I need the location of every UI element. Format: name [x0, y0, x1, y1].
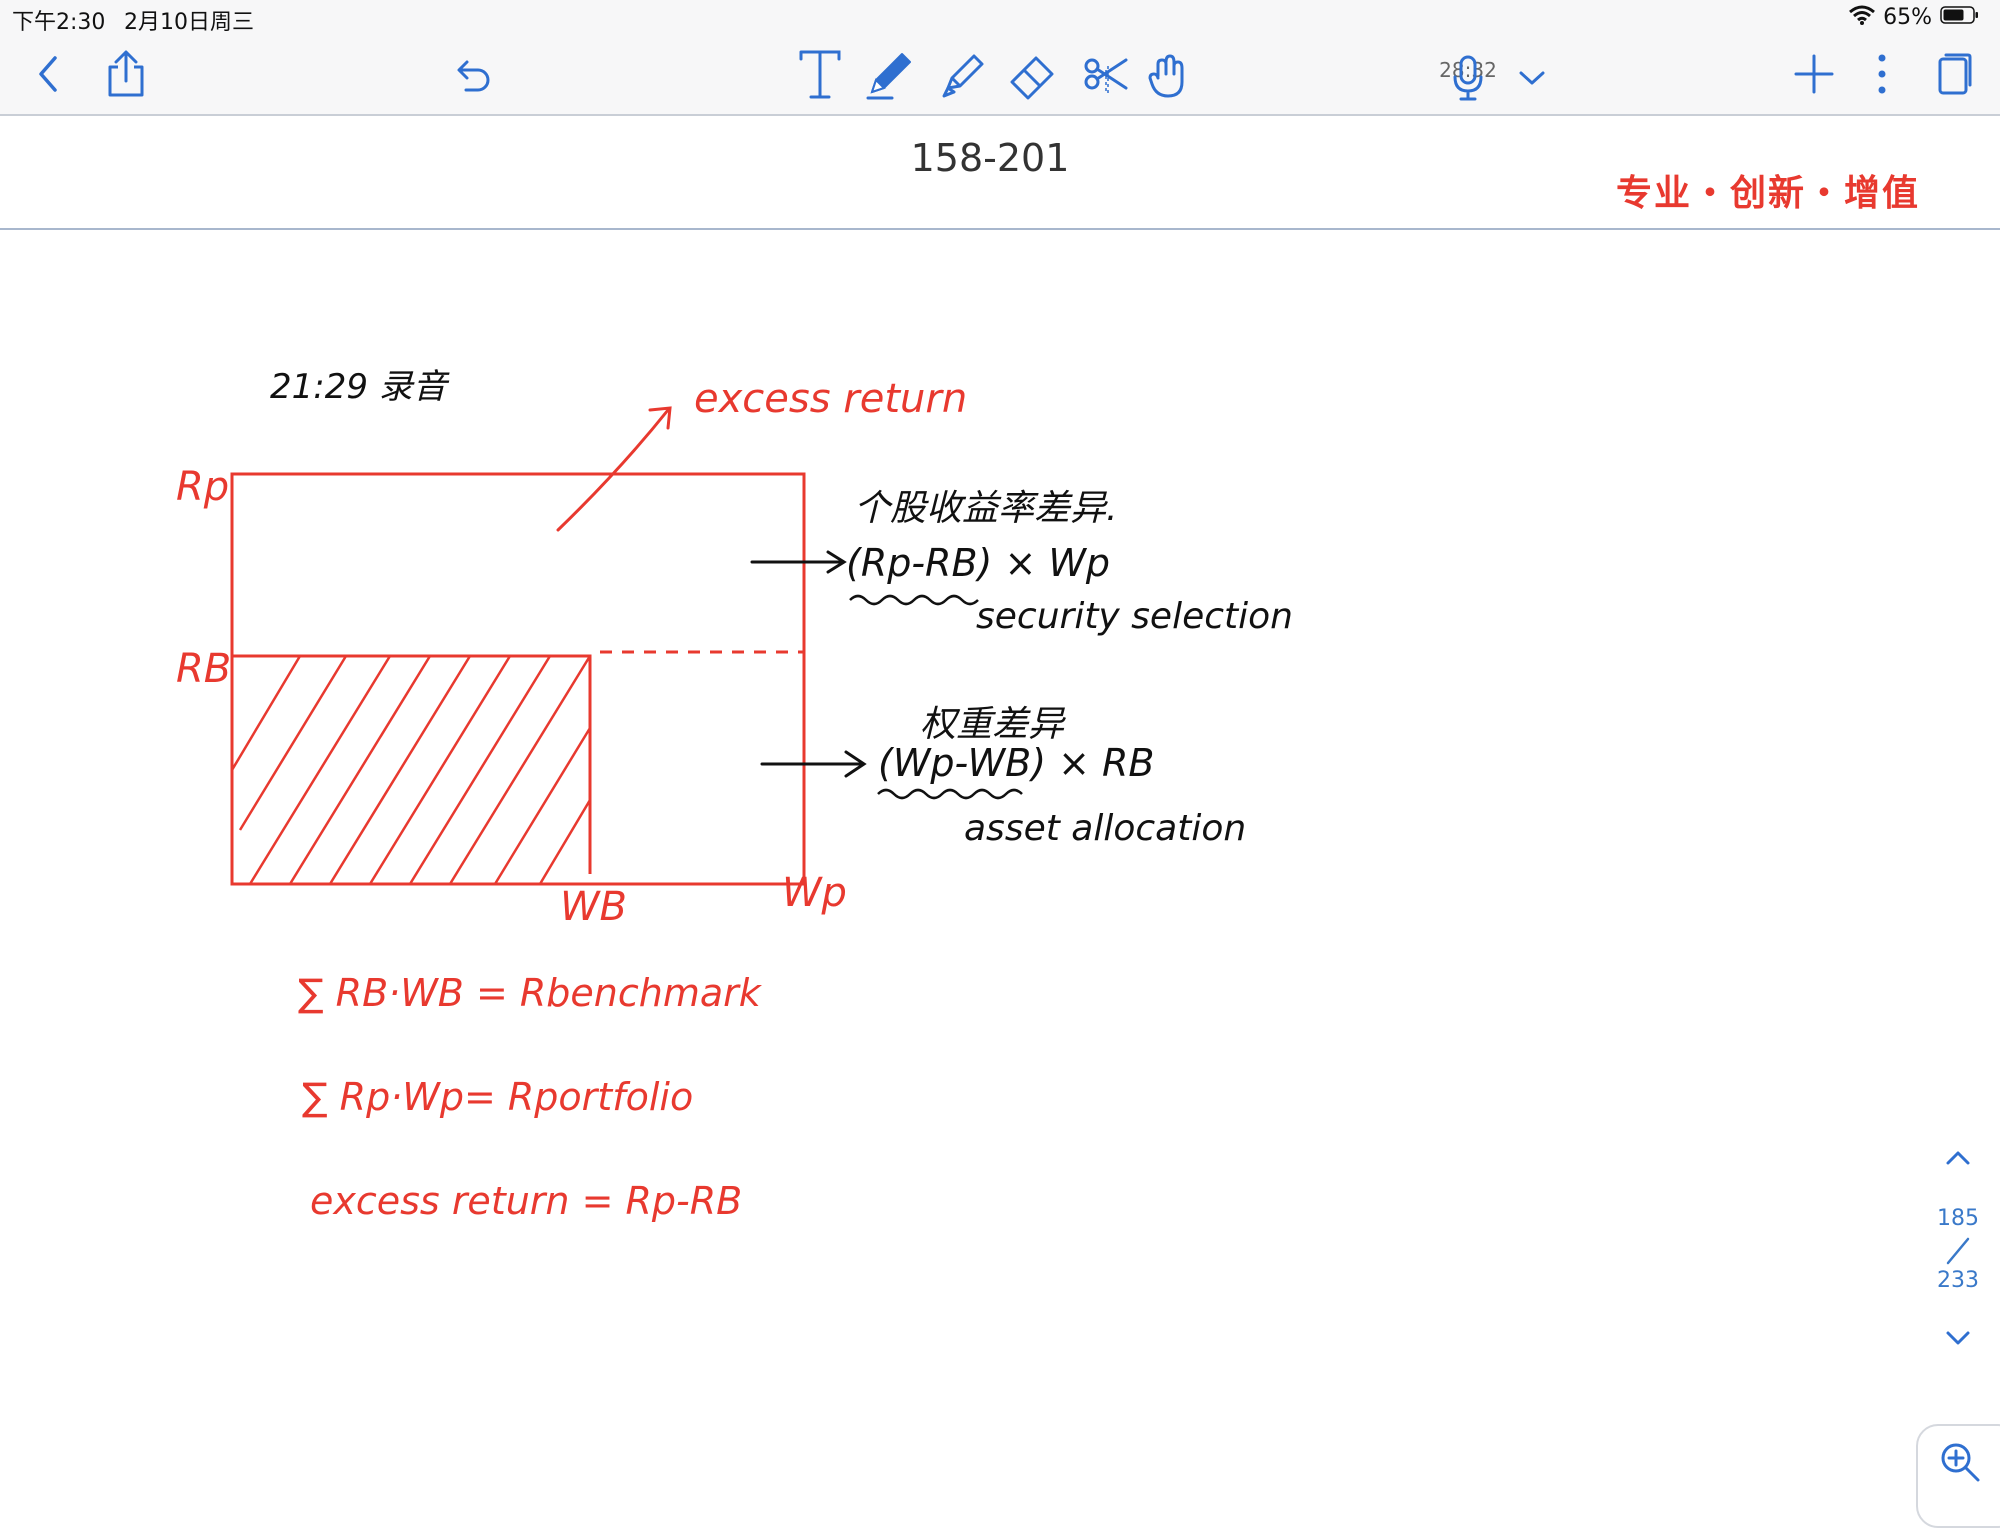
equation-benchmark: ∑ RB·WB = Rbenchmark: [298, 971, 763, 1015]
benchmark-hatching: [232, 656, 590, 884]
zoom-in-icon: [1941, 1443, 1980, 1482]
current-page-number: 185: [1937, 1206, 1979, 1231]
handwritten-notes[interactable]: 21:29 录音 excess return Rp RB WB Wp 个股收益率…: [0, 0, 2000, 1500]
weight-difference-note: 权重差异: [920, 704, 1066, 745]
security-arrow: [750, 550, 847, 574]
excess-return-arrow: [556, 408, 670, 532]
label-wb: WB: [560, 884, 627, 930]
allocation-formula: (Wp-WB) × RB: [878, 741, 1155, 785]
label-rp: Rp: [176, 464, 229, 510]
asset-allocation-label: asset allocation: [964, 808, 1246, 849]
equation-portfolio: ∑ Rp·Wp= Rportfolio: [302, 1075, 693, 1119]
equation-excess-return: excess return = Rp-RB: [310, 1179, 742, 1223]
timestamp-note: 21:29 录音: [270, 367, 450, 407]
stock-return-difference-note: 个股收益率差异.: [854, 488, 1117, 529]
label-rb: RB: [176, 646, 231, 692]
label-wp: Wp: [782, 870, 847, 916]
security-selection-label: security selection: [976, 596, 1293, 637]
security-formula: (Rp-RB) × Wp: [846, 541, 1110, 585]
security-formula-underline: [849, 594, 979, 606]
page-separator-icon: [1946, 1237, 1970, 1265]
page-down-icon[interactable]: [1944, 1328, 1972, 1348]
zoom-button[interactable]: [1916, 1424, 2000, 1528]
allocation-arrow: [760, 750, 867, 778]
portfolio-box: [230, 472, 806, 886]
allocation-formula-underline: [877, 788, 1023, 800]
page-navigator: 185 233: [1930, 1140, 1986, 1360]
total-page-number: 233: [1937, 1268, 1979, 1293]
excess-return-label: excess return: [694, 376, 967, 422]
page-up-icon[interactable]: [1944, 1148, 1972, 1168]
